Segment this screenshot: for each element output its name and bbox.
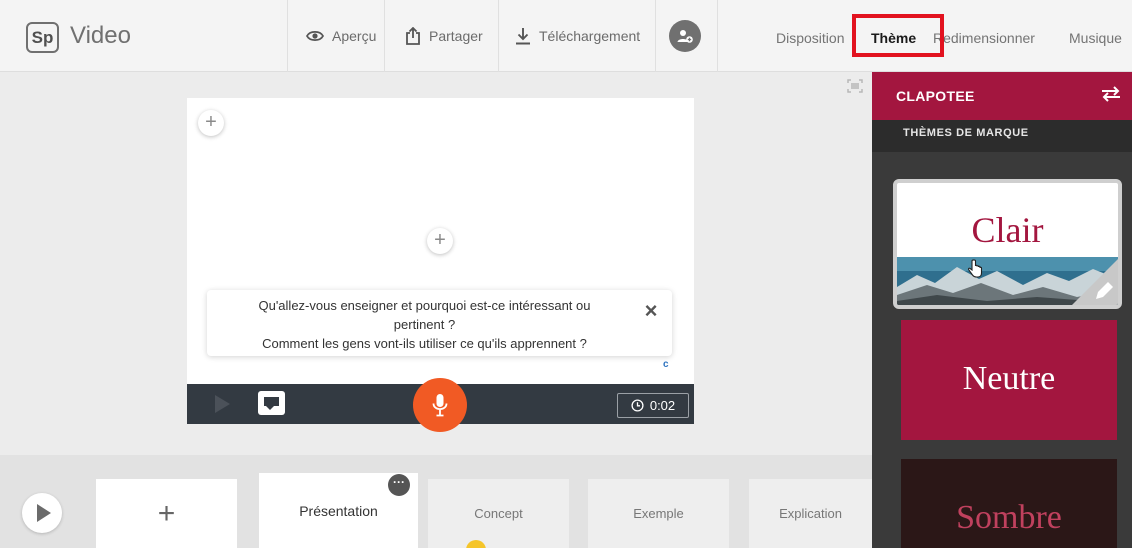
microphone-icon xyxy=(432,394,448,417)
theme-name: Clair xyxy=(971,210,1044,250)
close-icon[interactable]: × xyxy=(640,300,662,322)
play-all-button[interactable] xyxy=(22,493,62,533)
toolbar-divider xyxy=(717,0,718,72)
theme-tab-highlight xyxy=(852,14,944,57)
share-label: Partager xyxy=(429,28,483,44)
preview-button[interactable]: Aperçu xyxy=(306,0,376,72)
slide-label: Explication xyxy=(779,506,842,521)
edit-pencil-icon[interactable] xyxy=(1072,259,1118,305)
theme-card-sombre[interactable]: Sombre xyxy=(901,459,1117,548)
tab-layout[interactable]: Disposition xyxy=(776,30,844,46)
toolbar-divider xyxy=(498,0,499,72)
prompt-text: pertinent ? xyxy=(393,317,456,332)
panel-title: CLAPOTEE xyxy=(896,88,975,104)
info-badge-icon: c xyxy=(663,359,669,370)
theme-card-clair[interactable]: Clair xyxy=(893,179,1122,309)
download-label: Téléchargement xyxy=(539,28,641,44)
preview-label: Aperçu xyxy=(332,28,377,44)
tab-resize[interactable]: Redimensionner xyxy=(933,30,1035,46)
add-content-button[interactable]: + xyxy=(198,110,224,136)
tab-music[interactable]: Musique xyxy=(1069,30,1122,46)
download-button[interactable]: Téléchargement xyxy=(515,0,640,72)
timeline-slide-card[interactable]: Explication xyxy=(749,479,872,548)
add-content-button[interactable]: + xyxy=(427,228,453,254)
plus-icon: + xyxy=(157,496,176,530)
toolbar-divider xyxy=(384,0,385,72)
toolbar-divider xyxy=(655,0,656,72)
record-voice-button[interactable] xyxy=(413,378,467,432)
theme-name: Sombre xyxy=(956,499,1062,536)
switch-brand-icon[interactable] xyxy=(1100,86,1122,102)
play-icon[interactable] xyxy=(215,395,230,413)
hand-cursor-icon xyxy=(967,259,983,278)
user-add-icon xyxy=(677,30,693,43)
add-slide-button[interactable]: + xyxy=(96,479,237,548)
app-title: Video xyxy=(70,22,131,49)
timeline-slide-card[interactable]: Exemple xyxy=(588,479,729,548)
clock-icon xyxy=(631,399,644,412)
slide-label: Concept xyxy=(474,506,523,521)
caption-toggle-button[interactable] xyxy=(258,391,285,415)
toolbar-divider xyxy=(287,0,288,72)
narration-prompt: Qu'allez-vous enseigner et pourquoi est-… xyxy=(207,290,672,356)
prompt-text: Comment les gens vont-ils utiliser ce qu… xyxy=(262,336,587,351)
duration-badge[interactable]: 0:02 xyxy=(617,393,689,418)
app-logo: Sp xyxy=(26,22,59,53)
eye-icon xyxy=(306,30,324,42)
slide-label: Présentation xyxy=(299,502,378,519)
share-icon xyxy=(406,27,420,45)
timeline-slide-card[interactable]: Concept xyxy=(428,479,569,548)
collaborator-avatar-button[interactable] xyxy=(669,20,701,52)
share-button[interactable]: Partager xyxy=(405,0,483,72)
brand-themes-heading: THÈMES DE MARQUE xyxy=(903,127,1029,139)
theme-name: Neutre xyxy=(962,360,1056,397)
more-options-icon[interactable]: ··· xyxy=(388,474,410,496)
download-icon xyxy=(516,28,530,45)
fit-screen-icon[interactable] xyxy=(847,79,863,93)
duration-value: 0:02 xyxy=(649,398,676,413)
theme-card-neutre[interactable]: Neutre xyxy=(901,320,1117,440)
slide-label: Exemple xyxy=(633,506,684,521)
prompt-text: Qu'allez-vous enseigner et pourquoi est-… xyxy=(258,298,591,313)
